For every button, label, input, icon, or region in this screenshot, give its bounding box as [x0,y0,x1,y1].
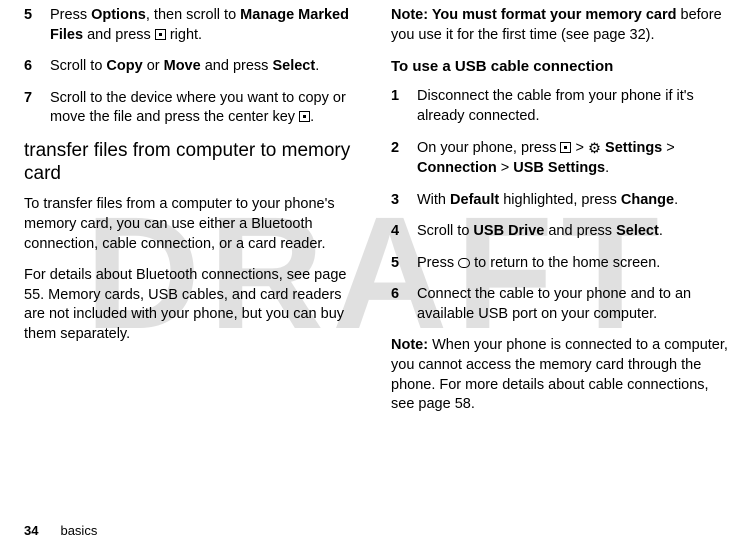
b: Options [91,7,146,23]
t: On your phone, press [417,140,560,156]
step-number: 6 [391,285,417,324]
step-text: Scroll to USB Drive and press Select. [417,222,728,242]
nav-key-icon [560,142,571,153]
b: Select [272,58,315,74]
t: to return to the home screen. [470,255,660,271]
step-text: On your phone, press > ⚙ Settings > Conn… [417,139,728,179]
step-1: 1 Disconnect the cable from your phone i… [391,87,728,126]
step-2: 2 On your phone, press > ⚙ Settings > Co… [391,139,728,179]
left-column: 5 Press Options, then scroll to Manage M… [24,6,361,500]
step-text: Connect the cable to your phone and to a… [417,285,728,324]
t: , then scroll to [146,7,240,23]
step-number: 5 [24,6,50,45]
paragraph: To transfer files from a computer to you… [24,195,361,254]
b: Settings [605,140,662,156]
b: Move [164,58,201,74]
b: USB Settings [513,160,605,176]
section-label: basics [60,523,97,538]
t: With [417,192,450,208]
t: . [310,109,314,125]
page-number: 34 [24,523,38,538]
step-number: 5 [391,254,417,274]
t: . [674,192,678,208]
t: > [497,160,514,176]
step-5: 5 Press Options, then scroll to Manage M… [24,6,361,45]
t: . [315,58,319,74]
step-number: 3 [391,191,417,211]
note-bold: Note: You must format your memory card [391,7,677,23]
b: USB Drive [473,223,544,239]
b: Select [616,223,659,239]
note: Note: You must format your memory card b… [391,6,728,45]
t: > [662,140,675,156]
t: . [659,223,663,239]
t: and press [201,58,273,74]
step-6r: 6 Connect the cable to your phone and to… [391,285,728,324]
step-5r: 5 Press to return to the home screen. [391,254,728,274]
step-text: Disconnect the cable from your phone if … [417,87,728,126]
step-text: Scroll to the device where you want to c… [50,89,361,128]
home-key-icon [458,258,470,268]
step-number: 4 [391,222,417,242]
b: Default [450,192,499,208]
note-bold: Note: [391,337,428,353]
step-text: With Default highlighted, press Change. [417,191,728,211]
t: Press [417,255,458,271]
b: Copy [106,58,142,74]
t: and press [83,27,155,43]
t: When your phone is connected to a comput… [391,337,728,412]
step-text: Press Options, then scroll to Manage Mar… [50,6,361,45]
t: Press [50,7,91,23]
page-body: 5 Press Options, then scroll to Manage M… [0,0,752,500]
section-heading: transfer files from computer to memory c… [24,140,361,186]
t: and press [544,223,616,239]
step-number: 2 [391,139,417,179]
b: Connection [417,160,497,176]
step-number: 1 [391,87,417,126]
step-number: 6 [24,57,50,77]
step-6: 6 Scroll to Copy or Move and press Selec… [24,57,361,77]
step-7: 7 Scroll to the device where you want to… [24,89,361,128]
sub-heading: To use a USB cable connection [391,57,728,77]
b: Change [621,192,674,208]
nav-key-icon [155,29,166,40]
paragraph: For details about Bluetooth connections,… [24,266,361,344]
t: Scroll to [417,223,473,239]
step-4: 4 Scroll to USB Drive and press Select. [391,222,728,242]
step-text: Press to return to the home screen. [417,254,728,274]
step-3: 3 With Default highlighted, press Change… [391,191,728,211]
step-number: 7 [24,89,50,128]
step-text: Scroll to Copy or Move and press Select. [50,57,361,77]
note: Note: When your phone is connected to a … [391,336,728,414]
right-column: Note: You must format your memory card b… [391,6,728,500]
t: highlighted, press [499,192,621,208]
t: or [143,58,164,74]
page-footer: 34 basics [24,523,97,538]
t: > [571,140,588,156]
t: right. [166,27,202,43]
t: Scroll to [50,58,106,74]
nav-key-icon [299,111,310,122]
t: . [605,160,609,176]
settings-icon: ⚙ [588,140,601,160]
